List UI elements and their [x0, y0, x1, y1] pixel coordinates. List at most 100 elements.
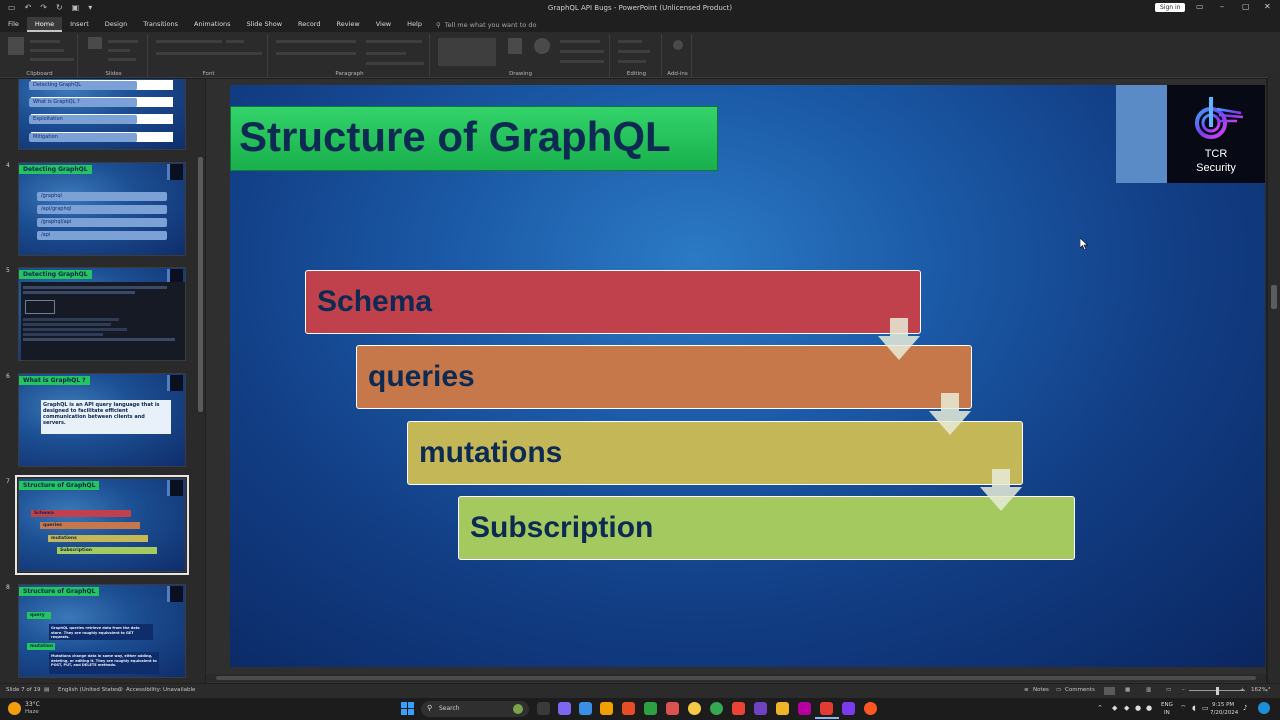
- tab-file[interactable]: File: [0, 17, 27, 32]
- comments-icon[interactable]: ▭: [1056, 687, 1061, 693]
- clock-time[interactable]: 9:15 PM: [1212, 702, 1234, 708]
- copy-button[interactable]: [30, 49, 64, 52]
- fit-slide-icon[interactable]: ⤢: [1266, 687, 1270, 694]
- taskbar-app-icon[interactable]: [798, 702, 811, 715]
- taskbar-app-teams-icon[interactable]: [558, 702, 571, 715]
- taskbar-app-brave-icon[interactable]: [732, 702, 745, 715]
- tab-design[interactable]: Design: [97, 17, 135, 32]
- slide-thumbnail-6[interactable]: What is GraphQL ? GraphQL is an API quer…: [18, 373, 186, 467]
- align-text-button[interactable]: [366, 52, 406, 55]
- tray-app-icon[interactable]: ◆: [1124, 704, 1129, 712]
- notes-button[interactable]: Notes: [1033, 687, 1049, 693]
- taskbar-app-icon[interactable]: [644, 702, 657, 715]
- font-size-select[interactable]: [226, 40, 244, 43]
- thumbnail-scrollbar[interactable]: [196, 79, 205, 683]
- sign-in-button[interactable]: Sign in: [1155, 3, 1186, 12]
- slide-thumbnail-3[interactable]: Detecting GraphQL What is GraphQL ? Expl…: [18, 79, 186, 150]
- taskbar-app-icon[interactable]: [622, 702, 635, 715]
- new-slide-icon[interactable]: [88, 37, 102, 49]
- taskbar-app-firefox-icon[interactable]: [688, 702, 701, 715]
- normal-view-button[interactable]: [1104, 687, 1115, 695]
- taskbar-search[interactable]: ⚲ Search: [421, 701, 529, 717]
- zoom-level[interactable]: 162%: [1251, 687, 1267, 693]
- spellcheck-icon[interactable]: ▤: [44, 687, 49, 693]
- tab-transitions[interactable]: Transitions: [135, 17, 186, 32]
- weather-temperature[interactable]: 33°C: [25, 701, 40, 708]
- find-button[interactable]: [618, 40, 642, 43]
- battery-icon[interactable]: ▭: [1202, 704, 1209, 712]
- volume-icon[interactable]: ◖: [1192, 704, 1196, 712]
- language-region[interactable]: IN: [1164, 710, 1170, 716]
- tab-insert[interactable]: Insert: [62, 17, 97, 32]
- thumbnail-scroll-thumb[interactable]: [198, 157, 203, 412]
- accessibility-status[interactable]: Accessibility: Unavailable: [126, 687, 195, 693]
- language-indicator[interactable]: English (United States): [58, 687, 121, 693]
- slide-sorter-icon[interactable]: ▦: [1125, 687, 1130, 693]
- close-button[interactable]: ✕: [1264, 2, 1271, 11]
- taskbar-app-icon[interactable]: [600, 702, 613, 715]
- weather-icon[interactable]: [8, 702, 21, 715]
- accessibility-icon[interactable]: ⚇: [118, 687, 123, 693]
- taskbar-app-icon[interactable]: [842, 702, 855, 715]
- wifi-icon[interactable]: ⌔: [1180, 704, 1187, 713]
- shape-outline-button[interactable]: [560, 50, 604, 53]
- convert-smartart-button[interactable]: [366, 62, 424, 65]
- language-code[interactable]: ENG: [1161, 702, 1173, 708]
- tab-home[interactable]: Home: [26, 17, 63, 32]
- step-schema[interactable]: Schema: [305, 270, 921, 334]
- quick-styles-icon[interactable]: [534, 38, 550, 54]
- start-button[interactable]: [401, 702, 414, 715]
- taskbar-app-icon[interactable]: [666, 702, 679, 715]
- tab-help[interactable]: Help: [399, 17, 430, 32]
- list-buttons[interactable]: [276, 40, 356, 43]
- tab-record[interactable]: Record: [290, 17, 328, 32]
- slideshow-view-icon[interactable]: ▭: [1166, 687, 1171, 693]
- show-hidden-icons-icon[interactable]: ⌃: [1097, 704, 1103, 712]
- tray-app-icon[interactable]: ◆: [1112, 704, 1117, 712]
- slide-thumbnail-4[interactable]: Detecting GraphQL /graphql /api/graphql …: [18, 162, 186, 256]
- ribbon-display-icon[interactable]: ▭: [1196, 2, 1204, 11]
- editor-horizontal-scrollbar[interactable]: [206, 674, 1266, 682]
- slide-thumbnail-7[interactable]: Structure of GraphQL Schema queries muta…: [15, 475, 189, 575]
- arrange-icon[interactable]: [508, 38, 522, 54]
- notification-bell-icon[interactable]: ♪: [1243, 704, 1247, 712]
- taskbar-app-chrome-icon[interactable]: [710, 702, 723, 715]
- taskbar-app-icon[interactable]: [754, 702, 767, 715]
- zoom-in-button[interactable]: +: [1240, 687, 1245, 693]
- select-button[interactable]: [618, 60, 646, 63]
- taskbar-app-icon[interactable]: [579, 702, 592, 715]
- tab-slide-show[interactable]: Slide Show: [239, 17, 290, 32]
- layout-button[interactable]: [108, 40, 138, 43]
- reset-button[interactable]: [108, 49, 130, 52]
- task-view-icon[interactable]: [537, 702, 550, 715]
- slide-thumbnail-8[interactable]: Structure of GraphQL query GraphQL queri…: [18, 584, 186, 678]
- notes-icon[interactable]: ≡: [1024, 687, 1029, 693]
- editor-scroll-thumb[interactable]: [1271, 285, 1277, 309]
- cut-button[interactable]: [30, 40, 60, 43]
- font-format-buttons[interactable]: [156, 52, 262, 55]
- editor-hscroll-thumb[interactable]: [216, 676, 1256, 680]
- comments-button[interactable]: Comments: [1065, 687, 1095, 693]
- tab-animations[interactable]: Animations: [186, 17, 239, 32]
- tab-review[interactable]: Review: [329, 17, 368, 32]
- font-family-select[interactable]: [156, 40, 222, 43]
- slide-thumbnail-5[interactable]: Detecting GraphQL: [18, 267, 186, 361]
- replace-button[interactable]: [618, 50, 650, 53]
- tray-app-icon[interactable]: ●: [1135, 704, 1141, 712]
- weather-description[interactable]: Haze: [25, 709, 39, 715]
- paste-icon[interactable]: [8, 37, 24, 55]
- editor-vertical-scrollbar[interactable]: [1268, 70, 1280, 683]
- section-button[interactable]: [108, 58, 136, 61]
- shape-fill-button[interactable]: [560, 40, 600, 43]
- shape-effects-button[interactable]: [560, 60, 604, 63]
- tray-app-icon[interactable]: ●: [1146, 704, 1152, 712]
- taskbar-app-icon[interactable]: [864, 702, 877, 715]
- taskbar-app-file-explorer-icon[interactable]: [776, 702, 789, 715]
- align-buttons[interactable]: [276, 52, 356, 55]
- format-painter-button[interactable]: [30, 58, 74, 61]
- addins-icon[interactable]: [673, 40, 683, 50]
- zoom-out-button[interactable]: –: [1182, 687, 1185, 693]
- maximize-button[interactable]: ▢: [1242, 2, 1250, 11]
- taskbar-app-powerpoint-icon[interactable]: [820, 702, 833, 715]
- text-direction-button[interactable]: [366, 40, 422, 43]
